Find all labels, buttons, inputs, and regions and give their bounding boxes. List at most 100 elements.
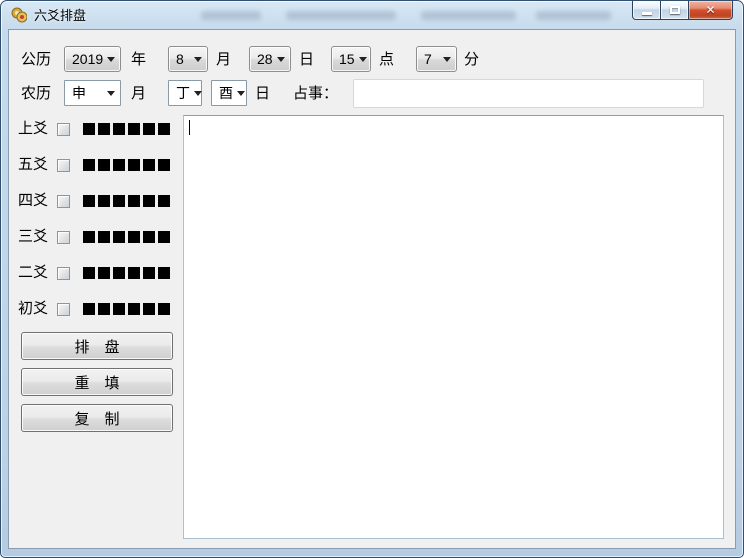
yao-square [113,195,125,207]
lunar-month-combobox[interactable]: 申 [64,80,121,106]
yao-squares[interactable] [83,303,170,315]
lunar-day-unit-label: 日 [255,85,271,102]
yao-label: 二爻 [18,264,49,281]
yao-square [113,123,125,135]
yao-squares[interactable] [83,159,170,171]
chevron-down-icon [277,56,285,62]
yao-checkbox-wu[interactable] [57,158,70,172]
yao-square [113,303,125,315]
app-icon[interactable] [11,7,27,23]
yao-squares[interactable] [83,195,170,207]
yao-row-san: 三爻 [18,229,170,245]
minimize-icon [641,12,652,15]
gregorian-label: 公历 [21,51,52,68]
chevron-down-icon [107,90,115,96]
yao-checkbox-er[interactable] [57,266,70,280]
yao-checkbox-shang[interactable] [57,122,70,136]
yao-square [113,159,125,171]
chongtian-button[interactable]: 重 填 [21,368,173,396]
matter-label: 占事： [293,85,339,102]
year-value: 2019 [72,51,104,67]
fuzhi-button[interactable]: 复 制 [21,404,173,432]
chevron-down-icon [194,90,202,96]
yao-square [143,303,155,315]
minute-combobox[interactable]: 7 [416,46,457,72]
day-value: 28 [257,51,273,67]
yao-squares[interactable] [83,231,170,243]
chevron-down-icon [107,56,116,62]
yao-square [83,159,95,171]
yao-square [83,231,95,243]
year-combobox[interactable]: 2019 [64,46,121,72]
window-title: 六爻排盘 [34,8,87,23]
yao-square [158,159,170,171]
yao-square [158,267,170,279]
yao-square [98,123,110,135]
yao-label: 三爻 [18,228,49,245]
minute-value: 7 [424,51,432,67]
titlebar[interactable]: 六爻排盘 ✕ [1,1,743,29]
yao-square [158,123,170,135]
yao-square [128,159,140,171]
yao-square [98,303,110,315]
lunar-month-unit-label: 月 [131,85,147,102]
maximize-button[interactable] [660,1,689,20]
chevron-down-icon [443,56,451,62]
yao-checkbox-chu[interactable] [57,302,70,316]
app-window: 六爻排盘 ✕ 公历 2019 年 8 月 28 日 15 点 7 分 农历 申 … [0,0,744,558]
yao-square [128,303,140,315]
yao-row-chu: 初爻 [18,301,170,317]
yao-square [128,267,140,279]
yao-square [143,159,155,171]
yao-square [158,195,170,207]
yao-square [128,123,140,135]
yao-row-er: 二爻 [18,265,170,281]
yao-square [143,195,155,207]
yao-squares[interactable] [83,267,170,279]
yao-label: 初爻 [18,300,49,317]
lunar-label: 农历 [21,85,52,102]
day-stem-combobox[interactable]: 丁 [168,80,202,106]
month-value: 8 [176,51,184,67]
yao-square [128,195,140,207]
yao-checkbox-si[interactable] [57,194,70,208]
month-combobox[interactable]: 8 [168,46,208,72]
month-unit-label: 月 [216,51,232,68]
yao-squares[interactable] [83,123,170,135]
yao-square [98,195,110,207]
matter-input[interactable] [353,79,704,108]
yao-row-wu: 五爻 [18,157,170,173]
hour-combobox[interactable]: 15 [331,46,371,72]
yao-square [113,231,125,243]
glass-reflection [421,11,516,20]
yao-square [113,267,125,279]
yao-square [98,231,110,243]
yao-square [83,123,95,135]
yao-square [143,231,155,243]
maximize-icon [669,6,680,14]
yao-square [83,303,95,315]
text-caret-icon [189,120,190,135]
minute-unit-label: 分 [464,51,480,68]
year-unit-label: 年 [131,51,147,68]
lunar-month-value: 申 [72,85,86,101]
hour-value: 15 [339,51,355,67]
close-button[interactable]: ✕ [688,1,733,20]
yao-square [158,231,170,243]
day-stem-value: 丁 [176,85,190,101]
yao-checkbox-san[interactable] [57,230,70,244]
yao-row-shang: 上爻 [18,121,170,137]
client-area: 公历 2019 年 8 月 28 日 15 点 7 分 农历 申 月 丁 酉 日… [8,29,736,549]
day-combobox[interactable]: 28 [249,46,291,72]
yao-square [158,303,170,315]
yao-square [143,123,155,135]
hour-unit-label: 点 [379,51,395,68]
paipan-button[interactable]: 排 盘 [21,332,173,360]
day-branch-combobox[interactable]: 酉 [211,80,247,106]
yao-label: 五爻 [18,156,49,173]
glass-reflection [536,11,611,20]
result-textarea[interactable] [183,115,724,539]
chevron-down-icon [237,90,245,96]
minimize-button[interactable] [632,1,661,20]
yao-square [98,159,110,171]
